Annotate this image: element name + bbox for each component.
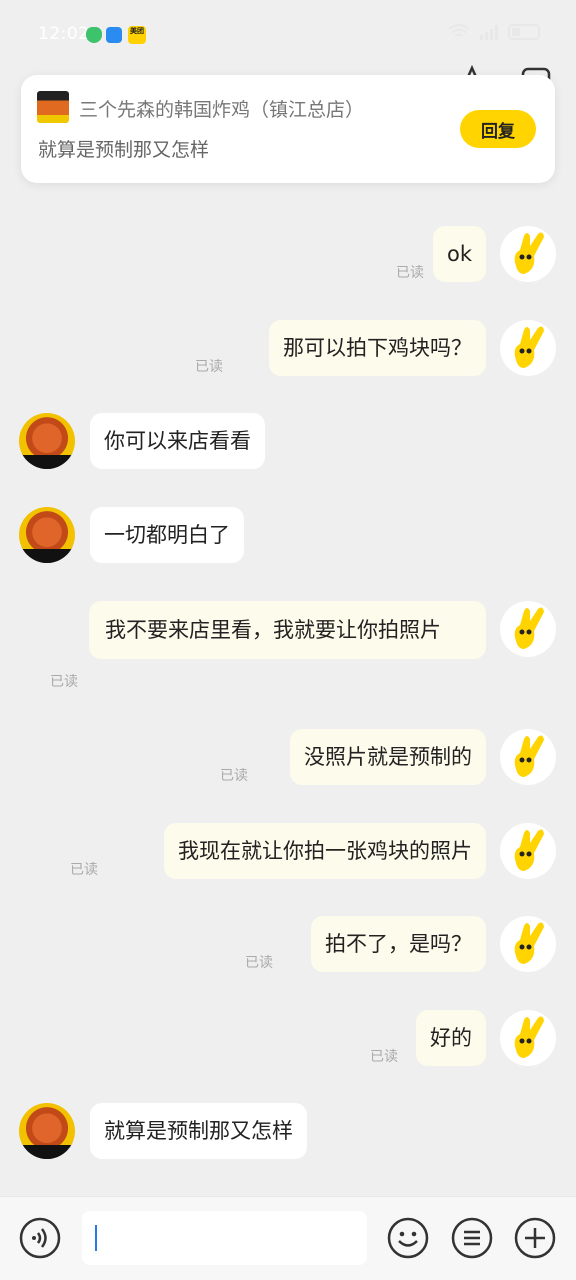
yellow-hand-avatar-icon [514,326,544,368]
message-bubble[interactable]: 我不要来店里看，我就要让你拍照片 [89,601,486,659]
input-bar [0,1196,576,1280]
read-receipt: 已读 [245,955,273,971]
emoji-icon[interactable] [387,1217,429,1259]
meituan-label: 美团 [130,27,144,35]
yellow-hand-avatar-icon [514,735,544,777]
user-avatar[interactable] [500,823,556,879]
status-bar: 12:02 美团 [0,0,576,70]
yellow-hand-avatar-icon [514,232,544,274]
shop-avatar[interactable] [19,507,75,563]
user-avatar[interactable] [500,226,556,282]
meituan-icon: 美团 [128,26,146,44]
message-bubble[interactable]: 那可以拍下鸡块吗？ [269,320,486,376]
read-receipt: 已读 [195,359,223,375]
text-caret [95,1225,97,1251]
user-avatar[interactable] [500,1010,556,1066]
message-bubble[interactable]: 一切都明白了 [90,507,244,563]
notification-banner[interactable]: 三个先森的韩国炸鸡（镇江总店） 就算是预制那又怎样 回复 [21,75,555,183]
shield-icon [86,27,102,43]
user-avatar[interactable] [500,601,556,657]
user-avatar[interactable] [500,916,556,972]
read-receipt: 已读 [396,265,424,281]
shop-avatar[interactable] [19,1103,75,1159]
message-bubble[interactable]: 我现在就让你拍一张鸡块的照片 [164,823,486,879]
message-bubble[interactable]: 没照片就是预制的 [290,729,486,785]
voice-icon[interactable] [19,1217,61,1259]
read-receipt: 已读 [70,862,98,878]
yellow-hand-avatar-icon [514,607,544,649]
message-input[interactable] [82,1211,367,1265]
read-receipt: 已读 [50,674,78,690]
signal-icon [480,25,498,40]
shop-avatar[interactable] [19,413,75,469]
reply-button[interactable]: 回复 [460,110,536,148]
read-receipt: 已读 [220,768,248,784]
status-indicators [448,24,540,40]
user-avatar[interactable] [500,729,556,785]
wifi-icon [448,24,470,37]
message-bubble[interactable]: ok [432,226,486,282]
message-bubble[interactable]: 你可以来店看看 [90,413,265,469]
message-bubble[interactable]: 好的 [416,1010,486,1066]
read-receipt: 已读 [370,1049,398,1065]
message-bubble[interactable]: 就算是预制那又怎样 [90,1103,307,1159]
yellow-hand-avatar-icon [514,829,544,871]
status-time: 12:02 [38,24,90,44]
shop-thumbnail [37,91,69,123]
message-bubble[interactable]: 拍不了，是吗？ [311,916,486,972]
yellow-hand-avatar-icon [514,922,544,964]
menu-list-icon[interactable] [451,1217,493,1259]
battery-icon [508,24,540,40]
plus-icon[interactable] [514,1217,556,1259]
notification-title: 三个先森的韩国炸鸡（镇江总店） [79,99,365,121]
user-avatar[interactable] [500,320,556,376]
yellow-hand-avatar-icon [514,1016,544,1058]
notification-body: 就算是预制那又怎样 [38,139,210,161]
app-notification-icon [106,27,122,43]
